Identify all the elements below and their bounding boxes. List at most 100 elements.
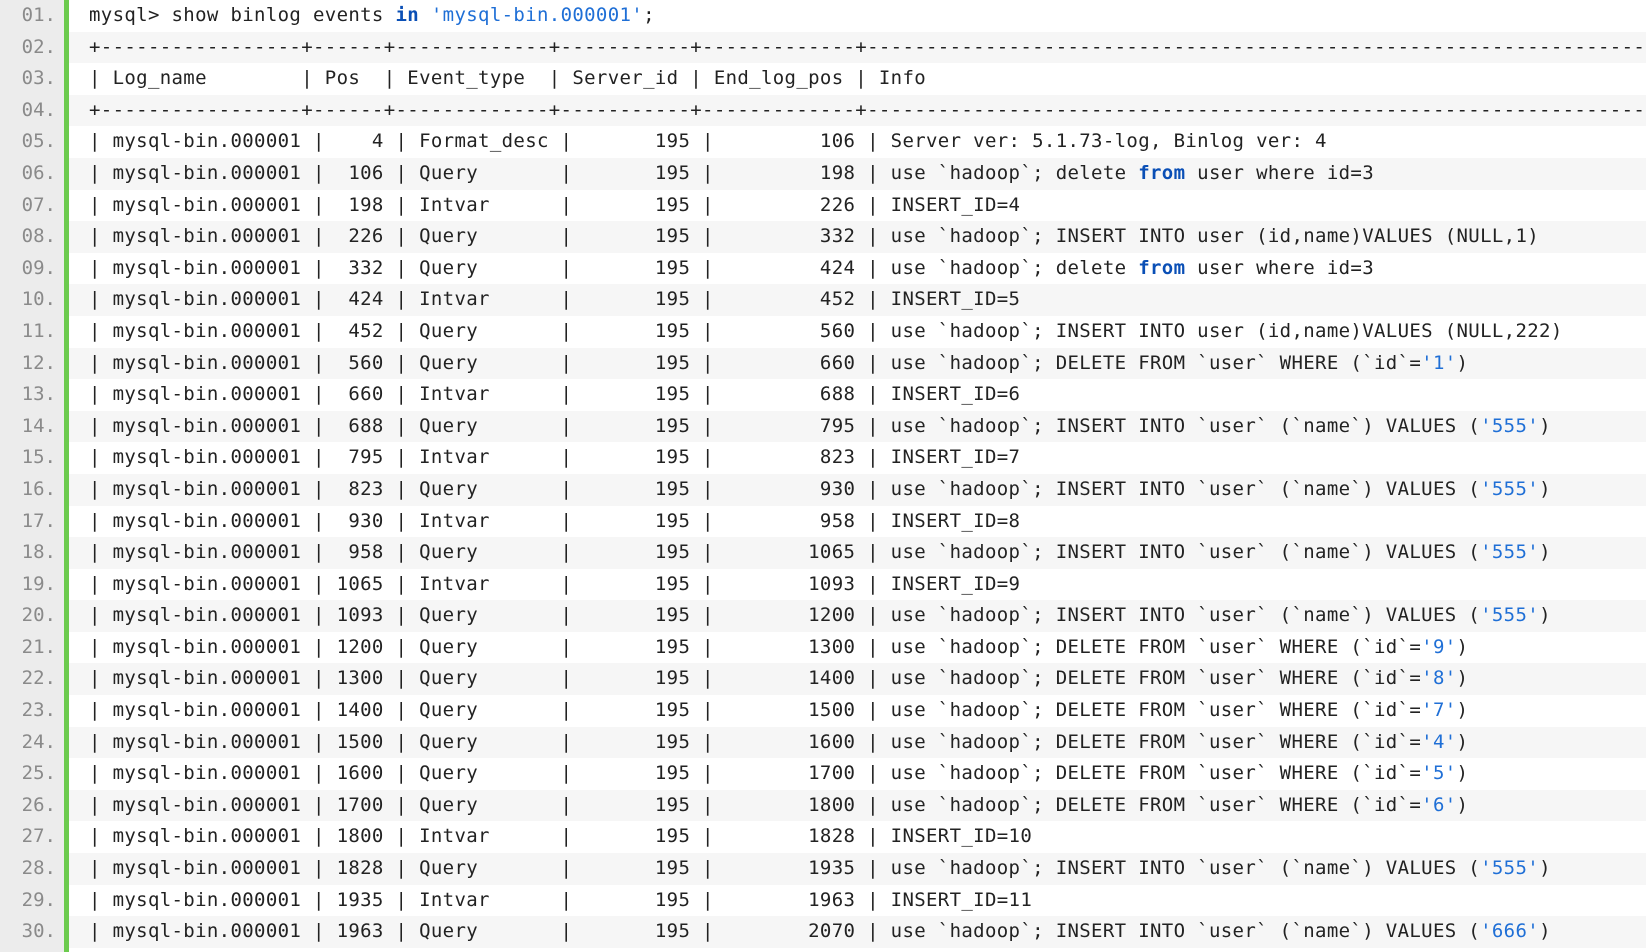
code-line: 04. +-----------------+------+-----------… [0,94,1646,127]
line-number: 05. [21,130,56,153]
row-keyword: from [1138,161,1186,184]
code-line: 22. | mysql-bin.000001 | 1300 | Query | 1… [0,663,1646,696]
code-line: 05. | mysql-bin.000001 | 4 | Format_desc … [0,126,1646,158]
row-text: | mysql-bin.000001 | 1300 | Query | 195 … [89,667,1422,690]
line-number: 30. [21,920,56,943]
code-text: | mysql-bin.000001 | 4 | Format_desc | 1… [69,126,1646,158]
code-text: | mysql-bin.000001 | 106 | Query | 195 |… [69,157,1646,190]
code-text: +-----------------+------+-------------+… [69,94,1646,127]
code-text: | mysql-bin.000001 | 1800 | Intvar | 195… [69,821,1646,853]
line-number: 18. [21,541,56,564]
row-text: | mysql-bin.000001 | 930 | Intvar | 195 … [89,509,1021,532]
row-text: | mysql-bin.000001 | 795 | Intvar | 195 … [89,446,1021,469]
code-text: | mysql-bin.000001 | 332 | Query | 195 |… [69,253,1646,285]
row-string: '5' [1421,762,1457,785]
row-text: | mysql-bin.000001 | 1700 | Query | 195 … [89,793,1422,816]
code-text: | Log_name | Pos | Event_type | Server_i… [69,63,1646,95]
code-line: 24. | mysql-bin.000001 | 1500 | Query | 1… [0,726,1646,759]
line-number: 21. [21,635,56,658]
table-separator: +-----------------+------+-------------+… [89,35,1646,58]
code-block: 01. mysql> show binlog events in 'mysql-b… [0,0,1646,952]
code-text: | mysql-bin.000001 | 1700 | Query | 195 … [69,789,1646,822]
row-text: | mysql-bin.000001 | 1200 | Query | 195 … [89,635,1422,658]
code-text: | mysql-bin.000001 | 560 | Query | 195 |… [69,347,1646,380]
code-text: | mysql-bin.000001 | 452 | Query | 195 |… [69,316,1646,348]
row-string: '555' [1480,541,1540,564]
line-number: 08. [21,225,56,248]
row-text-after-keyword: user where id=3 [1185,161,1374,184]
line-number: 03. [21,67,56,90]
line-number: 27. [21,825,56,848]
code-line: 16. | mysql-bin.000001 | 823 | Query | 19… [0,473,1646,506]
code-text: | mysql-bin.000001 | 688 | Query | 195 |… [69,410,1646,443]
row-text: | mysql-bin.000001 | 1800 | Intvar | 195… [89,825,1033,848]
code-line: 18. | mysql-bin.000001 | 958 | Query | 19… [0,537,1646,569]
row-end: ) | [1456,667,1469,690]
line-number: 29. [21,888,56,911]
row-end: ) | [1539,604,1551,627]
row-string: '1' [1421,351,1457,374]
row-string: '8' [1421,667,1457,690]
row-keyword: from [1138,256,1186,279]
line-number: 25. [21,762,56,785]
command-keyword: in [395,4,420,26]
code-text: | mysql-bin.000001 | 198 | Intvar | 195 … [69,190,1646,222]
code-line: 28. | mysql-bin.000001 | 1828 | Query | 1… [0,853,1646,885]
row-string: '7' [1421,699,1457,722]
row-text: | mysql-bin.000001 | 1935 | Intvar | 195… [89,888,1033,911]
row-text-after-keyword: user where id=3 [1185,256,1374,279]
code-line: 15. | mysql-bin.000001 | 795 | Intvar | 1… [0,442,1646,474]
line-number: 26. [21,793,56,816]
row-text: | mysql-bin.000001 | 1828 | Query | 195 … [89,857,1481,880]
line-number: 01. [21,4,56,26]
code-text: mysql> show binlog events in 'mysql-bin.… [69,0,1646,32]
row-end: ) | [1456,730,1469,753]
code-line: 02. +-----------------+------+-----------… [0,31,1646,64]
code-text: | mysql-bin.000001 | 823 | Query | 195 |… [69,473,1646,506]
line-number: 15. [21,446,56,469]
command-prompt: mysql> show binlog events [89,4,396,26]
row-text: | mysql-bin.000001 | 560 | Query | 195 |… [89,351,1422,374]
row-text: | mysql-bin.000001 | 4 | Format_desc | 1… [89,130,1327,153]
row-end: ) | [1539,541,1551,564]
row-text: | mysql-bin.000001 | 452 | Query | 195 |… [89,319,1563,342]
row-text: | mysql-bin.000001 | 688 | Query | 195 |… [89,414,1481,437]
row-text: | mysql-bin.000001 | 1400 | Query | 195 … [89,699,1422,722]
code-line: 03. | Log_name | Pos | Event_type | Serve… [0,63,1646,95]
row-string: '666' [1480,920,1540,943]
command-space [419,4,431,26]
code-line: 14. | mysql-bin.000001 | 688 | Query | 19… [0,410,1646,443]
row-end: | [1020,383,1646,405]
code-text: | mysql-bin.000001 | 1200 | Query | 195 … [69,632,1646,664]
row-text: | mysql-bin.000001 | 332 | Query | 195 |… [89,256,1139,279]
line-number: 13. [21,383,56,406]
code-line: 13. | mysql-bin.000001 | 660 | Intvar | 1… [0,379,1646,411]
line-number: 07. [21,193,56,216]
code-line: 30. | mysql-bin.000001 | 1963 | Query | 1… [0,916,1646,948]
row-string: '555' [1480,477,1540,500]
line-number: 16. [21,477,56,500]
code-line: 09. | mysql-bin.000001 | 332 | Query | 19… [0,253,1646,285]
row-end: | [1374,162,1646,184]
code-line: 07. | mysql-bin.000001 | 198 | Intvar | 1… [0,190,1646,222]
row-string: '555' [1480,414,1540,437]
row-text: | mysql-bin.000001 | 1500 | Query | 195 … [89,730,1422,753]
code-line: 29. | mysql-bin.000001 | 1935 | Intvar | … [0,885,1646,917]
row-text: | mysql-bin.000001 | 1963 | Query | 195 … [89,920,1481,943]
row-end: ) | [1539,477,1551,500]
row-text: | mysql-bin.000001 | 198 | Intvar | 195 … [89,193,1021,216]
code-text: | mysql-bin.000001 | 930 | Intvar | 195 … [69,506,1646,538]
row-text: | mysql-bin.000001 | 958 | Query | 195 |… [89,541,1481,564]
line-number: 31. [0,948,56,952]
code-line: 27. | mysql-bin.000001 | 1800 | Intvar | … [0,821,1646,853]
line-number: 02. [21,35,56,58]
code-text: +-----------------+------+-------------+… [69,31,1646,64]
row-text: | mysql-bin.000001 | 424 | Intvar | 195 … [89,288,1021,311]
row-end: | [1326,130,1646,153]
code-text: | mysql-bin.000001 | 1963 | Query | 195 … [69,916,1646,948]
code-line: 23. | mysql-bin.000001 | 1400 | Query | 1… [0,695,1646,727]
code-line: 25. | mysql-bin.000001 | 1600 | Query | 1… [0,758,1646,790]
code-text: | mysql-bin.000001 | 1828 | Query | 195 … [69,853,1646,885]
row-end: | [1539,225,1646,247]
row-string: '555' [1480,604,1540,627]
